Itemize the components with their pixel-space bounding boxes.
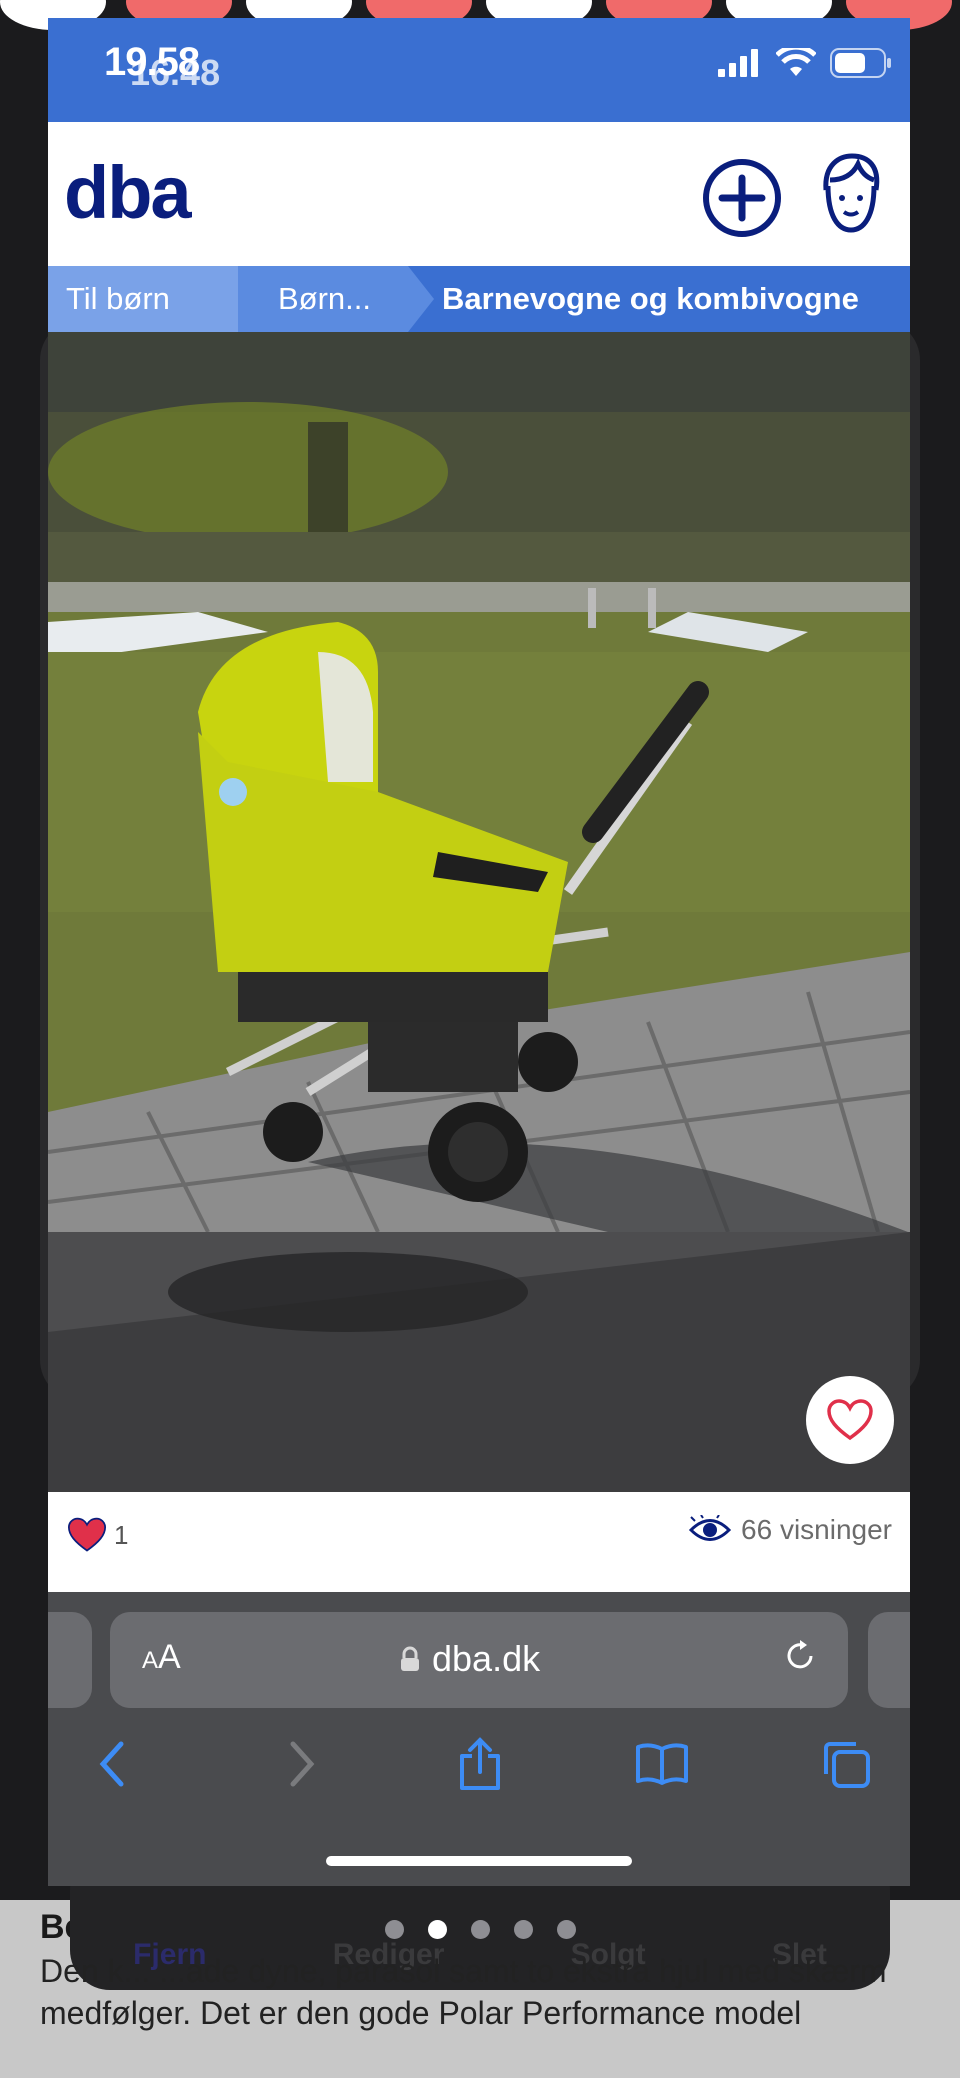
heart-outline-icon (827, 1399, 873, 1441)
book-icon (636, 1743, 688, 1785)
reload-icon (787, 1640, 813, 1669)
views-count: 66 visninger (689, 1514, 892, 1546)
breadcrumb-item-born[interactable]: Børn... (238, 266, 408, 332)
likes-value: 1 (114, 1519, 129, 1550)
safari-toolbar: AA dba.dk (48, 1592, 910, 1886)
breadcrumb-item-til-born[interactable]: Til børn (48, 266, 238, 332)
breadcrumb: Til børn Børn... Barnevogne og kombivogn… (48, 266, 910, 332)
bookmarks-button[interactable] (632, 1734, 692, 1794)
reader-settings-button[interactable]: AA (142, 1638, 181, 1677)
dba-logo[interactable]: dba (64, 150, 192, 235)
tabs-icon (824, 1742, 870, 1788)
next-tab-preview[interactable] (868, 1612, 910, 1708)
chevron-right-icon (290, 1741, 315, 1787)
address-bar[interactable]: AA dba.dk (110, 1612, 848, 1708)
page-dot-active (427, 1920, 447, 1939)
reload-button[interactable] (780, 1636, 820, 1681)
lock-icon (401, 1646, 419, 1671)
add-listing-button[interactable] (702, 158, 782, 238)
background-description: Den k... ...ade dyne, parasol samt to ek… (40, 1953, 887, 2031)
url-display[interactable]: dba.dk (400, 1638, 540, 1680)
listing-stats: 1 66 visninger (48, 1492, 910, 1592)
likes-count: 1 (66, 1516, 128, 1554)
page-dot (556, 1920, 576, 1939)
status-bar: 19.58 16.48 (48, 18, 910, 122)
share-button[interactable] (450, 1734, 510, 1794)
status-icons (718, 48, 892, 78)
profile-button[interactable] (816, 150, 886, 240)
aa-large-label: A (158, 1638, 181, 1676)
stroller-photo (48, 332, 910, 1492)
status-time-overlay: 16.48 (130, 52, 221, 93)
chevron-left-icon (99, 1741, 124, 1787)
browser-nav-bar (48, 1724, 910, 1814)
listing-photo[interactable] (48, 332, 910, 1492)
battery-icon (830, 48, 891, 78)
wifi-icon (776, 48, 816, 76)
previous-tab-preview[interactable] (48, 1612, 92, 1708)
favorite-button[interactable] (806, 1376, 894, 1464)
aa-small-label: A (142, 1647, 159, 1674)
breadcrumb-item-current: Barnevogne og kombivogne (442, 281, 859, 316)
url-text: dba.dk (432, 1638, 541, 1679)
heart-filled-icon (67, 1517, 107, 1552)
site-header: dba (48, 122, 910, 266)
share-icon (460, 1737, 500, 1790)
tabs-button[interactable] (816, 1734, 876, 1794)
forward-button[interactable] (272, 1734, 332, 1794)
eye-icon (689, 1515, 732, 1541)
page-dot (470, 1920, 490, 1939)
page-indicator (0, 1920, 960, 1939)
views-value: 66 visninger (741, 1514, 892, 1545)
cellular-signal-icon (718, 49, 758, 77)
breadcrumb-separator (408, 266, 434, 332)
page-dot (384, 1920, 404, 1939)
plus-circle-icon (703, 159, 781, 237)
page-dot (513, 1920, 533, 1939)
phone-screenshot: 19.58 16.48 dba Til børn Børn... Barnevo… (48, 18, 910, 1886)
user-face-icon (823, 153, 880, 233)
back-button[interactable] (82, 1734, 142, 1794)
home-indicator (326, 1856, 632, 1866)
